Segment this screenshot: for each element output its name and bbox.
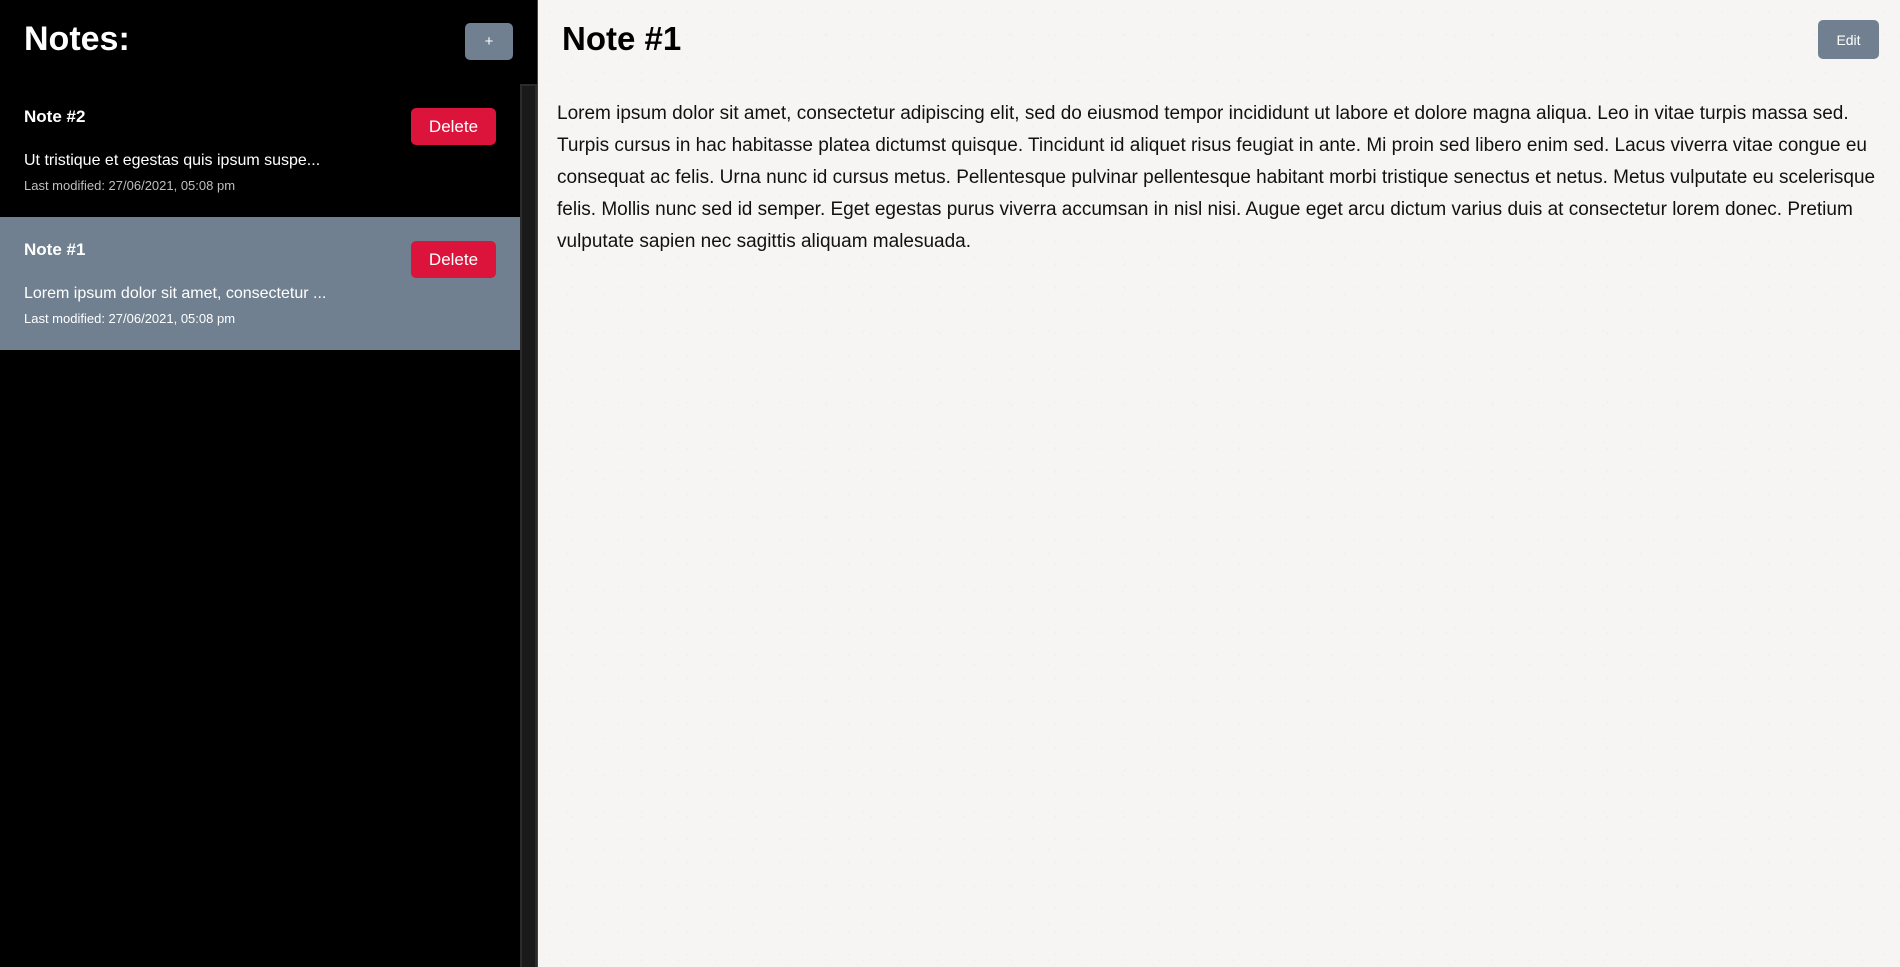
note-list: Note #2 Delete Ut tristique et egestas q…	[0, 84, 520, 350]
note-preview: Lorem ipsum dolor sit amet, consectetur …	[24, 285, 327, 302]
note-title: Note #2	[24, 107, 86, 126]
note-item-1[interactable]: Note #1 Delete Lorem ipsum dolor sit ame…	[0, 217, 520, 350]
note-view-title: Note #1	[562, 20, 682, 57]
note-item-2[interactable]: Note #2 Delete Ut tristique et egestas q…	[0, 84, 520, 217]
add-note-button[interactable]: +	[465, 23, 513, 60]
note-last-modified: Last modified: 27/06/2021, 05:08 pm	[24, 178, 236, 193]
delete-note-button[interactable]: Delete	[411, 241, 496, 278]
note-title: Note #1	[24, 240, 86, 259]
note-view: Note #1 Edit Lorem ipsum dolor sit amet,…	[538, 0, 1900, 967]
delete-note-button[interactable]: Delete	[411, 108, 496, 145]
sidebar-title: Notes:	[24, 20, 130, 58]
note-preview: Ut tristique et egestas quis ipsum suspe…	[24, 152, 321, 169]
note-body: Lorem ipsum dolor sit amet, consectetur …	[557, 103, 1876, 252]
sidebar: Notes: + Note #2 Delete Ut tristique et …	[0, 0, 537, 967]
note-last-modified: Last modified: 27/06/2021, 05:08 pm	[24, 311, 236, 326]
sidebar-scrollbar-thumb[interactable]	[522, 86, 535, 967]
sidebar-header: Notes: +	[0, 0, 537, 84]
edit-button[interactable]: Edit	[1818, 20, 1879, 59]
